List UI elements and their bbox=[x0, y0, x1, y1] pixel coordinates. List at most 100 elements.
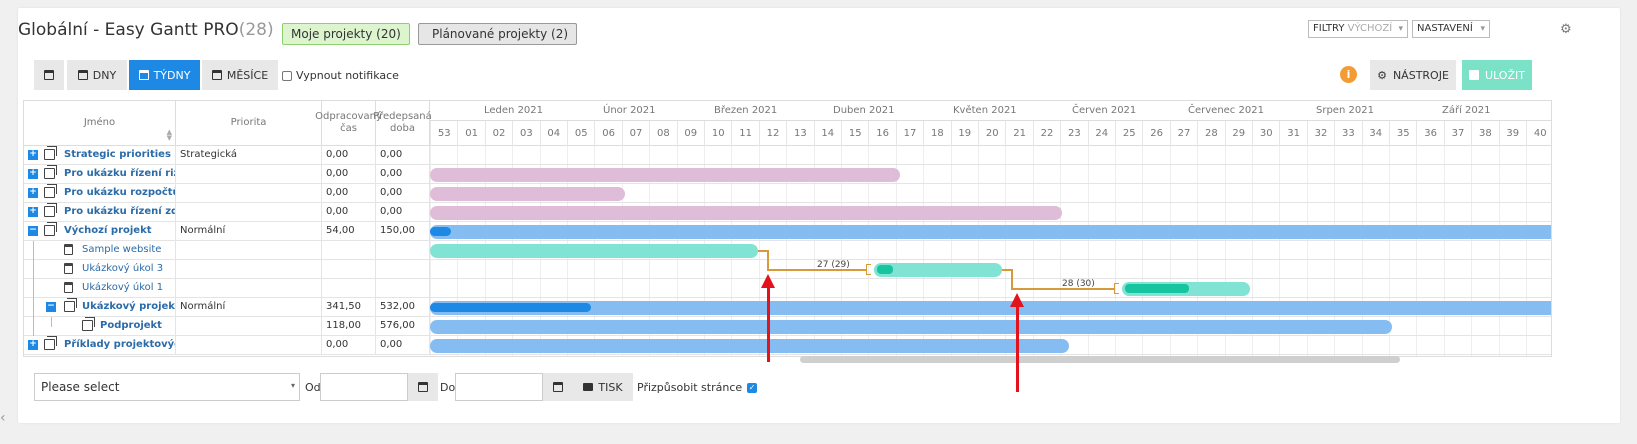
column-spent-line2: čas bbox=[340, 123, 357, 134]
project-bar[interactable] bbox=[430, 206, 1062, 220]
settings-label: NASTAVENÍ bbox=[1417, 23, 1473, 34]
from-date-picker[interactable] bbox=[408, 373, 438, 401]
checkbox-icon[interactable] bbox=[282, 70, 292, 81]
sort-icon[interactable]: ▲ ▼ bbox=[167, 129, 172, 142]
column-header-estimated[interactable]: Předepsaná doba bbox=[373, 101, 432, 146]
progress-bar bbox=[1125, 284, 1189, 293]
week-label: 29 bbox=[1224, 121, 1252, 146]
weeks-button[interactable]: TÝDNY bbox=[129, 60, 200, 90]
week-label: 10 bbox=[704, 121, 731, 146]
expand-icon[interactable]: + bbox=[28, 340, 38, 350]
to-date-picker[interactable] bbox=[543, 373, 573, 401]
week-label: 39 bbox=[1498, 121, 1526, 146]
row-name[interactable]: Ukázkový projekt bbox=[82, 298, 175, 316]
horizontal-scrollbar[interactable] bbox=[800, 356, 1400, 363]
week-label: 32 bbox=[1306, 121, 1334, 146]
week-label: 26 bbox=[1142, 121, 1169, 146]
spent-cell: 54,00 bbox=[322, 222, 376, 241]
info-icon[interactable]: i bbox=[1340, 66, 1357, 83]
to-date-input[interactable] bbox=[455, 373, 543, 401]
table-row[interactable]: + Strategic priorities Strategická 0,00 0… bbox=[24, 146, 1551, 165]
dependency-label: 28 (30) bbox=[1062, 279, 1095, 289]
filters-select[interactable]: FILTRY VÝCHOZÍ ▾ bbox=[1308, 20, 1408, 38]
tools-button[interactable]: ⚙ NÁSTROJE bbox=[1370, 60, 1456, 90]
planned-projects-button[interactable]: Plánované projekty (2) bbox=[418, 23, 578, 45]
week-label: 05 bbox=[567, 121, 594, 146]
table-row[interactable]: + Pro ukázku rozpočtů pro 0,00 0,00 bbox=[24, 184, 1551, 203]
settings-select[interactable]: NASTAVENÍ ▾ bbox=[1412, 20, 1490, 38]
my-projects-button[interactable]: Moje projekty (20) bbox=[282, 23, 410, 45]
weeks-header: 53 01 02 03 04 05 06 07 08 09 10 11 12 13 14 15 16 17 18 19… bbox=[430, 121, 1551, 146]
month-label: Srpen 2021 bbox=[1316, 105, 1374, 116]
project-icon bbox=[44, 203, 57, 217]
task-icon bbox=[64, 244, 73, 255]
select-dropdown[interactable]: Please select ▾ bbox=[34, 373, 300, 401]
table-row[interactable]: Sample website bbox=[24, 241, 1551, 260]
project-bar[interactable] bbox=[430, 320, 1392, 334]
week-label: 40 bbox=[1526, 121, 1551, 146]
week-label: 24 bbox=[1087, 121, 1115, 146]
row-name[interactable]: Pro ukázku řízení zdrojů bbox=[64, 203, 175, 221]
row-name[interactable]: Pro ukázku řízení rizik bbox=[64, 165, 175, 183]
column-spent-line1: Odpracovaný bbox=[315, 111, 382, 122]
project-bar[interactable] bbox=[430, 301, 1551, 315]
row-name[interactable]: Pro ukázku rozpočtů pro bbox=[64, 184, 175, 202]
task-bar[interactable] bbox=[430, 244, 758, 258]
fit-page-toggle[interactable]: Přizpůsobit stránce ✓ bbox=[637, 381, 758, 394]
row-name[interactable]: Výchozí projekt bbox=[64, 222, 152, 240]
name-cell: + Strategic priorities bbox=[24, 146, 176, 165]
row-name[interactable]: Příklady projektových t bbox=[64, 336, 175, 354]
week-label: 31 bbox=[1279, 121, 1306, 146]
row-name[interactable]: Ukázkový úkol 1 bbox=[82, 279, 163, 297]
column-header-priority[interactable]: Priorita bbox=[176, 101, 322, 146]
calendar-button[interactable] bbox=[34, 60, 64, 90]
expand-icon[interactable]: + bbox=[28, 188, 38, 198]
days-button[interactable]: DNY bbox=[67, 60, 127, 90]
project-icon bbox=[44, 165, 57, 179]
priority-cell bbox=[176, 241, 322, 260]
row-name[interactable]: Ukázkový úkol 3 bbox=[82, 260, 163, 278]
print-button[interactable]: TISK bbox=[573, 373, 633, 401]
row-name[interactable]: Sample website bbox=[82, 241, 161, 259]
spent-cell bbox=[322, 260, 376, 279]
expand-icon[interactable]: + bbox=[28, 150, 38, 160]
row-name[interactable]: Strategic priorities bbox=[64, 146, 171, 164]
month-label: Březen 2021 bbox=[714, 105, 778, 116]
week-label: 03 bbox=[512, 121, 539, 146]
week-label: 30 bbox=[1252, 121, 1279, 146]
collapse-icon[interactable]: − bbox=[28, 226, 38, 236]
task-bar[interactable] bbox=[874, 263, 1002, 277]
months-button[interactable]: MĚSÍCE bbox=[202, 60, 278, 90]
checkbox-checked-icon[interactable]: ✓ bbox=[747, 382, 758, 393]
from-date-input[interactable] bbox=[320, 373, 408, 401]
month-label: Září 2021 bbox=[1442, 105, 1491, 116]
save-button[interactable]: ULOŽIT bbox=[1462, 60, 1532, 90]
planned-projects-label: Plánované projekty (2) bbox=[432, 27, 569, 41]
notifications-toggle[interactable]: Vypnout notifikace bbox=[282, 69, 399, 82]
table-row[interactable]: Ukázkový úkol 1 bbox=[24, 279, 1551, 298]
dependency-arrow bbox=[1114, 283, 1119, 294]
row-name[interactable]: Podprojekt bbox=[100, 317, 162, 335]
estimated-cell: 0,00 bbox=[376, 146, 430, 165]
page-title: Globální - Easy Gantt PRO(28) bbox=[18, 20, 274, 40]
column-name-label: Jméno bbox=[83, 117, 116, 128]
tree-line bbox=[33, 241, 34, 260]
estimated-cell bbox=[376, 279, 430, 298]
project-bar[interactable] bbox=[430, 168, 900, 182]
gear-icon[interactable]: ⚙ bbox=[1560, 22, 1572, 37]
column-header-name[interactable]: Jméno ▲ ▼ bbox=[24, 101, 176, 146]
select-placeholder: Please select bbox=[41, 380, 120, 394]
collapse-icon[interactable]: − bbox=[46, 302, 56, 312]
project-bar[interactable] bbox=[430, 225, 1551, 239]
column-estimated-line2: doba bbox=[390, 123, 415, 134]
chevron-left-icon[interactable]: ‹ bbox=[0, 410, 6, 426]
project-bar[interactable] bbox=[430, 187, 625, 201]
expand-icon[interactable]: + bbox=[28, 169, 38, 179]
column-header-spent[interactable]: Odpracovaný čas bbox=[315, 101, 382, 146]
progress-bar bbox=[430, 227, 451, 236]
week-label: 37 bbox=[1443, 121, 1471, 146]
expand-icon[interactable]: + bbox=[28, 207, 38, 217]
week-label: 06 bbox=[594, 121, 621, 146]
project-bar[interactable] bbox=[430, 339, 1069, 353]
page-title-text: Globální - Easy Gantt PRO bbox=[18, 20, 239, 40]
